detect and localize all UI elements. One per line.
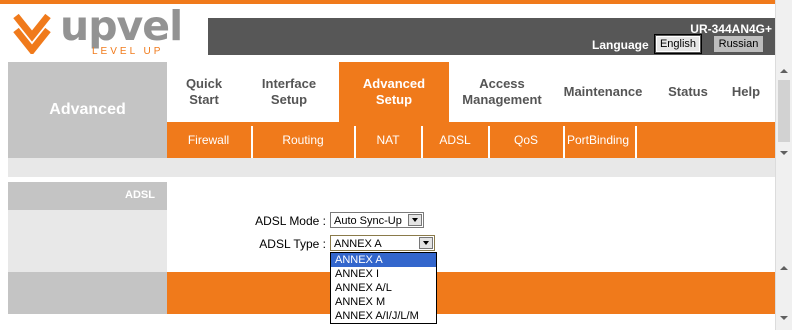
- sub-nav: Firewall Routing NAT ADSL QoS PortBindin…: [167, 122, 775, 158]
- nav-access-management[interactable]: Access Management: [451, 62, 553, 122]
- russian-language-button[interactable]: Russian: [713, 35, 764, 53]
- adsl-type-value: ANNEX A: [334, 238, 382, 250]
- english-language-button[interactable]: English: [654, 34, 702, 54]
- subnav-firewall[interactable]: Firewall: [167, 122, 250, 158]
- scroll-up-arrow-icon[interactable]: [776, 63, 792, 79]
- content-footer-bar: [167, 272, 775, 314]
- brand-name: upvel: [60, 2, 183, 50]
- nav-quick-start[interactable]: Quick Start: [167, 62, 241, 122]
- router-admin-page: upvel LEVEL UP UR-344AN4G+ Language Engl…: [0, 0, 775, 330]
- dropdown-option[interactable]: ANNEX I: [331, 267, 436, 281]
- sidebar-body: [8, 210, 167, 272]
- dropdown-option[interactable]: ANNEX A: [331, 253, 436, 267]
- dropdown-option[interactable]: ANNEX A/I/J/L/M: [331, 309, 436, 323]
- dropdown-option[interactable]: ANNEX A/L: [331, 281, 436, 295]
- section-title: Advanced: [8, 62, 167, 158]
- scroll-down-arrow-icon[interactable]: [776, 145, 792, 161]
- subnav-qos[interactable]: QoS: [490, 122, 562, 158]
- nav-maintenance[interactable]: Maintenance: [557, 62, 649, 122]
- adsl-section-label: ADSL: [8, 182, 167, 210]
- dropdown-option[interactable]: ANNEX M: [331, 295, 436, 309]
- model-name: UR-344AN4G+: [690, 22, 772, 36]
- language-label: Language: [592, 38, 649, 52]
- subnav-separator: [635, 126, 637, 158]
- chevron-down-icon[interactable]: [408, 214, 422, 226]
- adsl-section-label-text: ADSL: [125, 189, 155, 201]
- nav-interface-setup[interactable]: Interface Setup: [241, 62, 337, 122]
- scroll-up-arrow-icon[interactable]: [776, 260, 792, 276]
- scrollbar-thumb[interactable]: [778, 80, 790, 142]
- scroll-down-arrow-icon[interactable]: [776, 310, 792, 326]
- subnav-routing[interactable]: Routing: [253, 122, 353, 158]
- divider-strip: [8, 158, 775, 177]
- brand-tagline: LEVEL UP: [92, 46, 164, 57]
- adsl-type-select[interactable]: ANNEX A: [330, 235, 435, 251]
- adsl-mode-select[interactable]: Auto Sync-Up: [330, 212, 424, 228]
- subnav-portbinding[interactable]: PortBinding: [565, 122, 631, 158]
- nav-status[interactable]: Status: [659, 62, 717, 122]
- subnav-adsl[interactable]: ADSL: [423, 122, 487, 158]
- adsl-type-dropdown-list: ANNEX A ANNEX I ANNEX A/L ANNEX M ANNEX …: [330, 252, 437, 324]
- sidebar-footer: [8, 272, 167, 314]
- nav-advanced-setup[interactable]: Advanced Setup: [339, 62, 449, 122]
- chevron-down-icon[interactable]: [419, 237, 433, 249]
- logo-chevron-icon: [13, 13, 51, 54]
- adsl-mode-value: Auto Sync-Up: [334, 215, 402, 227]
- subnav-nat[interactable]: NAT: [356, 122, 420, 158]
- nav-help[interactable]: Help: [723, 62, 769, 122]
- upvel-logo: upvel LEVEL UP: [10, 2, 210, 60]
- vertical-scrollbar[interactable]: [775, 0, 792, 330]
- adsl-mode-label: ADSL Mode :: [255, 214, 326, 228]
- main-nav: Quick Start Interface Setup Advanced Set…: [167, 62, 775, 122]
- adsl-type-label: ADSL Type :: [259, 237, 326, 251]
